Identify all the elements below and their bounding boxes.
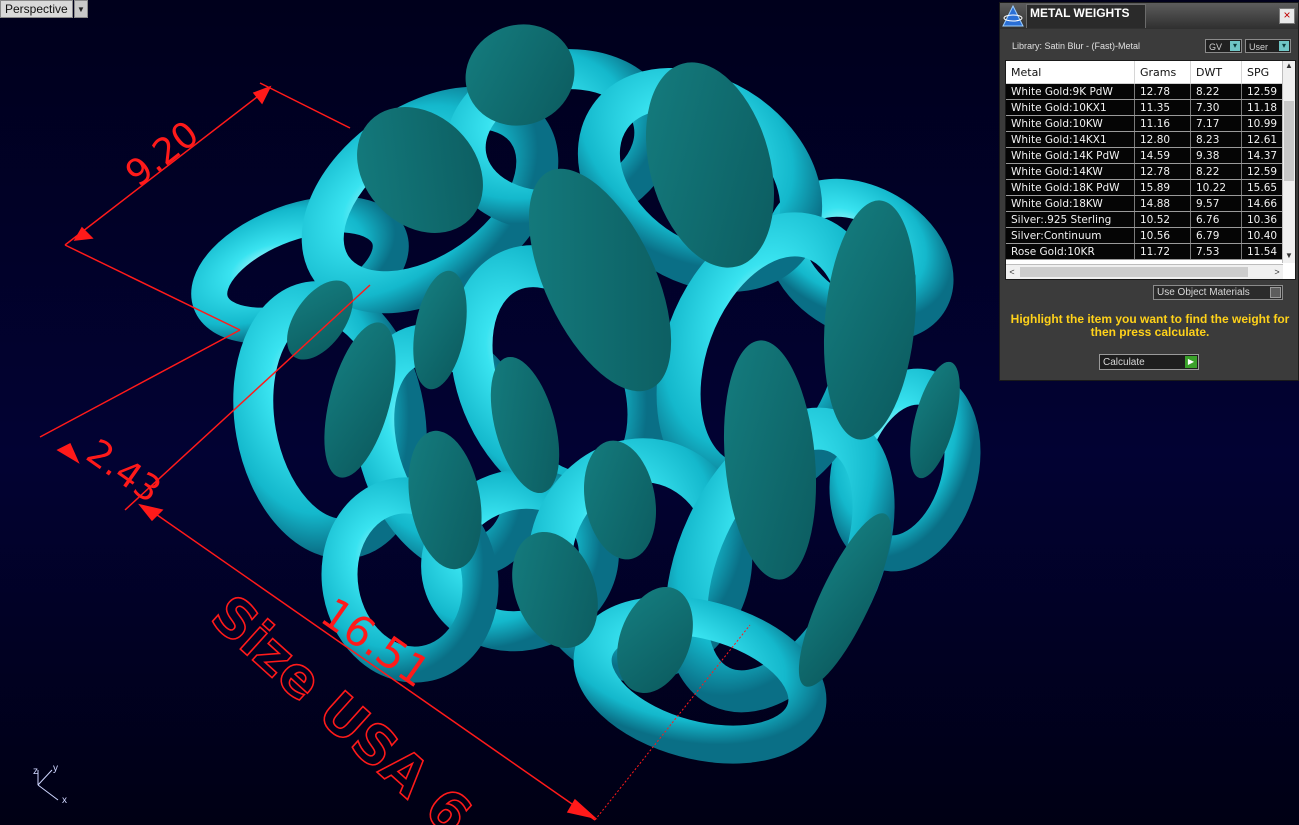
cell-metal: White Gold:14KX1 xyxy=(1006,131,1135,148)
cell-grams: 10.56 xyxy=(1134,227,1191,244)
cell-dwt: 7.30 xyxy=(1190,99,1242,116)
cell-grams: 12.78 xyxy=(1134,83,1191,100)
cell-spg: 12.59 xyxy=(1241,163,1284,180)
chevron-right-icon[interactable]: > xyxy=(1271,265,1283,279)
scroll-thumb[interactable] xyxy=(1284,101,1294,181)
cell-dwt: 6.76 xyxy=(1190,211,1242,228)
close-icon: × xyxy=(1283,8,1291,22)
cell-spg: 10.40 xyxy=(1241,227,1284,244)
cell-metal: White Gold:14KW xyxy=(1006,163,1135,180)
cell-grams: 11.35 xyxy=(1134,99,1191,116)
cell-metal: White Gold:10KW xyxy=(1006,115,1135,132)
library-label: Library: Satin Blur - (Fast)-Metal xyxy=(1012,41,1141,51)
chevron-down-icon[interactable]: ▼ xyxy=(1283,251,1295,263)
cell-dwt: 6.79 xyxy=(1190,227,1242,244)
cell-metal: White Gold:18KW xyxy=(1006,195,1135,212)
axis-y-label: y xyxy=(53,763,58,774)
user-dropdown-label: User xyxy=(1249,42,1269,52)
axis-z-label: z xyxy=(33,766,38,777)
cell-dwt: 9.57 xyxy=(1190,195,1242,212)
cell-grams: 11.72 xyxy=(1134,243,1191,260)
panel-title: METAL WEIGHTS xyxy=(1026,4,1146,28)
scroll-thumb[interactable] xyxy=(1020,267,1248,277)
axis-x-label: x xyxy=(62,795,67,806)
user-dropdown[interactable]: User ▾ xyxy=(1245,39,1291,53)
table-header-row: Metal Grams DWT SPG xyxy=(1006,61,1284,84)
table-row[interactable]: Silver:.925 Sterling 10.52 6.76 10.36 xyxy=(1006,211,1284,228)
chevron-left-icon[interactable]: < xyxy=(1006,265,1018,279)
cell-dwt: 8.22 xyxy=(1190,83,1242,100)
metal-table[interactable]: Metal Grams DWT SPG White Gold:9K PdW 12.… xyxy=(1005,60,1296,280)
calculate-dropdown[interactable]: Calculate ▶ xyxy=(1099,354,1199,370)
cell-dwt: 7.17 xyxy=(1190,115,1242,132)
table-row[interactable]: White Gold:18K PdW 15.89 10.22 15.65 xyxy=(1006,179,1284,196)
chevron-down-icon: ▾ xyxy=(1279,41,1289,51)
gv-dropdown[interactable]: GV ▾ xyxy=(1205,39,1242,53)
gv-dropdown-label: GV xyxy=(1209,42,1223,52)
panel-titlebar: METAL WEIGHTS × xyxy=(1000,3,1298,29)
cell-metal: Silver:Continuum xyxy=(1006,227,1135,244)
cell-spg: 12.61 xyxy=(1241,131,1284,148)
cell-spg: 14.66 xyxy=(1241,195,1284,212)
cell-spg: 14.37 xyxy=(1241,147,1284,164)
vertical-scrollbar[interactable]: ▲ ▼ xyxy=(1282,61,1295,263)
cell-grams: 14.88 xyxy=(1134,195,1191,212)
axis-gizmo: z y x xyxy=(33,763,67,806)
cell-metal: White Gold:14K PdW xyxy=(1006,147,1135,164)
column-header-grams[interactable]: Grams xyxy=(1134,61,1191,84)
metal-weights-panel: METAL WEIGHTS × Library: Satin Blur - (F… xyxy=(999,2,1299,381)
table-row[interactable]: White Gold:18KW 14.88 9.57 14.66 xyxy=(1006,195,1284,212)
cell-dwt: 7.53 xyxy=(1190,243,1242,260)
column-header-metal[interactable]: Metal xyxy=(1006,61,1135,84)
use-object-materials-dropdown[interactable]: Use Object Materials xyxy=(1153,285,1283,300)
column-header-spg[interactable]: SPG xyxy=(1241,61,1284,84)
toggle-icon xyxy=(1270,287,1281,298)
cell-grams: 11.16 xyxy=(1134,115,1191,132)
table-row[interactable]: White Gold:10KX1 11.35 7.30 11.18 xyxy=(1006,99,1284,116)
play-icon[interactable]: ▶ xyxy=(1185,356,1197,368)
table-row[interactable]: White Gold:14K PdW 14.59 9.38 14.37 xyxy=(1006,147,1284,164)
close-button[interactable]: × xyxy=(1279,8,1295,24)
cell-dwt: 8.22 xyxy=(1190,163,1242,180)
dim-height-label: 9.20 xyxy=(118,113,206,195)
cell-spg: 10.36 xyxy=(1241,211,1284,228)
cell-metal: Silver:.925 Sterling xyxy=(1006,211,1135,228)
calculate-label: Calculate xyxy=(1103,357,1145,368)
cell-dwt: 10.22 xyxy=(1190,179,1242,196)
table-row[interactable]: White Gold:9K PdW 12.78 8.22 12.59 xyxy=(1006,83,1284,100)
instruction-text: Highlight the item you want to find the … xyxy=(1010,312,1290,339)
cell-metal: White Gold:9K PdW xyxy=(1006,83,1135,100)
column-header-dwt[interactable]: DWT xyxy=(1190,61,1242,84)
cell-metal: Rose Gold:10KR xyxy=(1006,243,1135,260)
cell-spg: 11.54 xyxy=(1241,243,1284,260)
cell-metal: White Gold:18K PdW xyxy=(1006,179,1135,196)
cell-grams: 12.80 xyxy=(1134,131,1191,148)
viewport-menu-button[interactable]: ▼ xyxy=(74,0,88,18)
cell-spg: 10.99 xyxy=(1241,115,1284,132)
cell-spg: 12.59 xyxy=(1241,83,1284,100)
cell-grams: 10.52 xyxy=(1134,211,1191,228)
matrix-logo-icon xyxy=(1002,4,1024,27)
chevron-up-icon[interactable]: ▲ xyxy=(1283,61,1295,73)
cell-spg: 11.18 xyxy=(1241,99,1284,116)
horizontal-scrollbar[interactable]: < > xyxy=(1006,264,1283,279)
chevron-down-icon: ▾ xyxy=(1230,41,1240,51)
chevron-down-icon: ▼ xyxy=(77,4,85,14)
table-row[interactable]: Silver:Continuum 10.56 6.79 10.40 xyxy=(1006,227,1284,244)
cell-spg: 15.65 xyxy=(1241,179,1284,196)
table-row[interactable]: White Gold:14KW 12.78 8.22 12.59 xyxy=(1006,163,1284,180)
table-row[interactable]: Rose Gold:10KR 11.72 7.53 11.54 xyxy=(1006,243,1284,260)
cell-grams: 12.78 xyxy=(1134,163,1191,180)
cell-grams: 14.59 xyxy=(1134,147,1191,164)
cell-grams: 15.89 xyxy=(1134,179,1191,196)
dim-gap-label: 2.43 xyxy=(79,432,168,512)
cell-metal: White Gold:10KX1 xyxy=(1006,99,1135,116)
cell-dwt: 8.23 xyxy=(1190,131,1242,148)
use-object-materials-label: Use Object Materials xyxy=(1157,287,1250,298)
table-row[interactable]: White Gold:14KX1 12.80 8.23 12.61 xyxy=(1006,131,1284,148)
viewport-label[interactable]: Perspective xyxy=(0,0,73,18)
cell-dwt: 9.38 xyxy=(1190,147,1242,164)
table-row[interactable]: White Gold:10KW 11.16 7.17 10.99 xyxy=(1006,115,1284,132)
